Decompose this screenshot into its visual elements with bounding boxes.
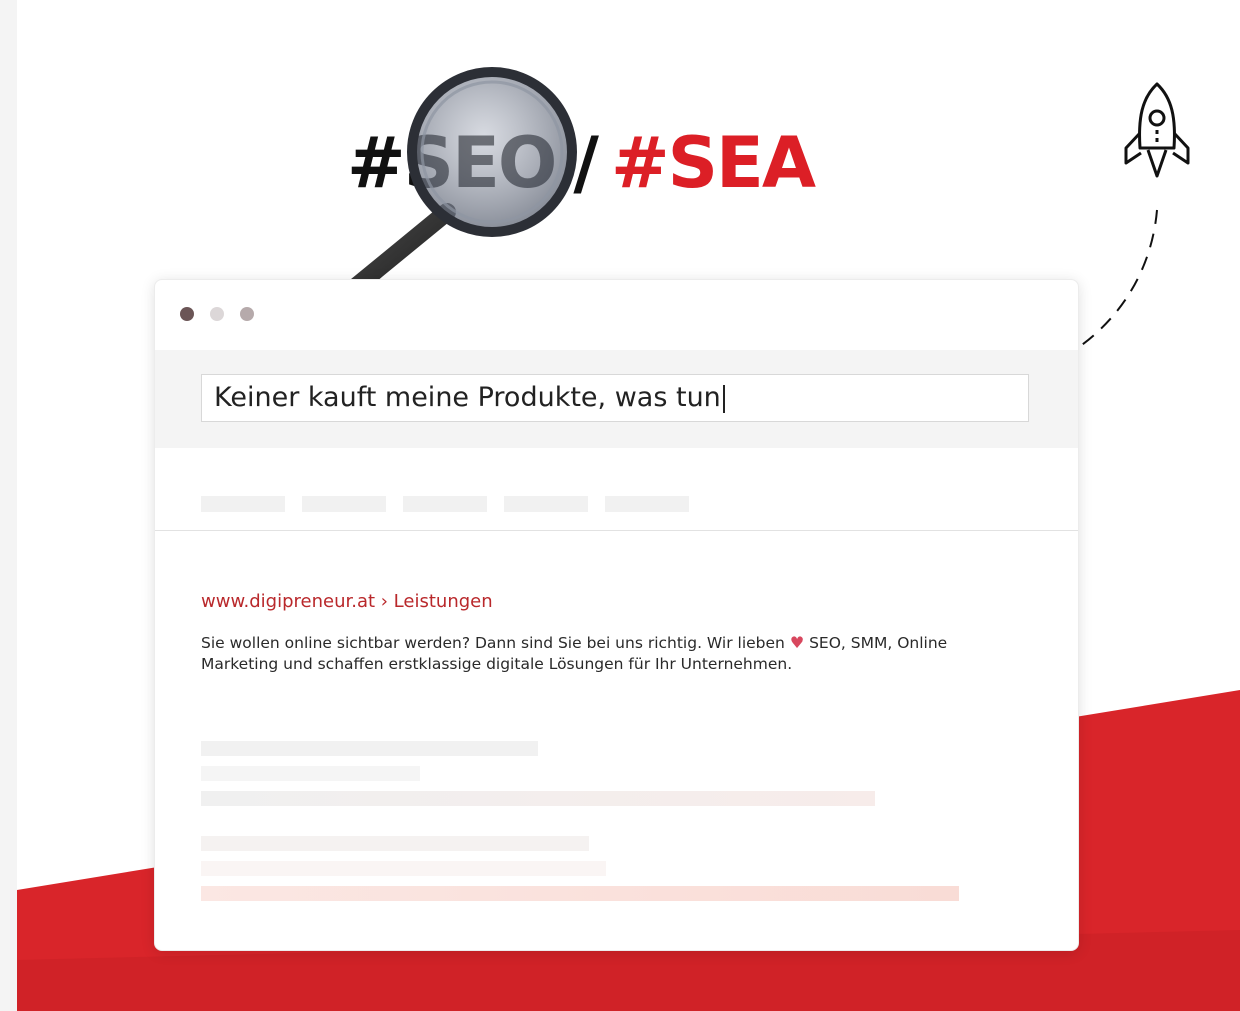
window-controls xyxy=(180,307,254,321)
rocket-icon xyxy=(1124,82,1190,178)
placeholder-line xyxy=(201,741,538,756)
placeholder-line xyxy=(201,766,420,781)
window-dot-close[interactable] xyxy=(180,307,194,321)
tab-placeholder[interactable] xyxy=(504,496,588,512)
result-url-link[interactable]: www.digipreneur.at › Leistungen xyxy=(201,591,493,612)
result-description: Sie wollen online sichtbar werden? Dann … xyxy=(201,632,981,675)
placeholder-line xyxy=(201,886,959,901)
heart-icon: ♥ xyxy=(789,633,805,652)
search-bar-area: Keiner kauft meine Produkte, was tun xyxy=(155,350,1078,448)
browser-window: Keiner kauft meine Produkte, was tun www… xyxy=(154,279,1079,951)
search-tabs-placeholder xyxy=(201,496,689,512)
search-query: Keiner kauft meine Produkte, was tun xyxy=(214,382,721,413)
tab-placeholder[interactable] xyxy=(201,496,285,512)
results-divider xyxy=(155,530,1078,531)
headline-sea: #SEA xyxy=(610,122,816,204)
text-caret xyxy=(722,384,725,413)
window-dot-maximize[interactable] xyxy=(240,307,254,321)
placeholder-line xyxy=(201,791,875,806)
placeholder-line xyxy=(201,836,589,851)
tab-placeholder[interactable] xyxy=(302,496,386,512)
tab-placeholder[interactable] xyxy=(605,496,689,512)
placeholder-line xyxy=(201,861,606,876)
poster-canvas: #SEO/#SEA xyxy=(17,0,1240,1011)
tab-placeholder[interactable] xyxy=(403,496,487,512)
result-description-start: Sie wollen online sichtbar werden? Dann … xyxy=(201,634,785,652)
search-input[interactable]: Keiner kauft meine Produkte, was tun xyxy=(201,374,1029,422)
window-dot-minimize[interactable] xyxy=(210,307,224,321)
